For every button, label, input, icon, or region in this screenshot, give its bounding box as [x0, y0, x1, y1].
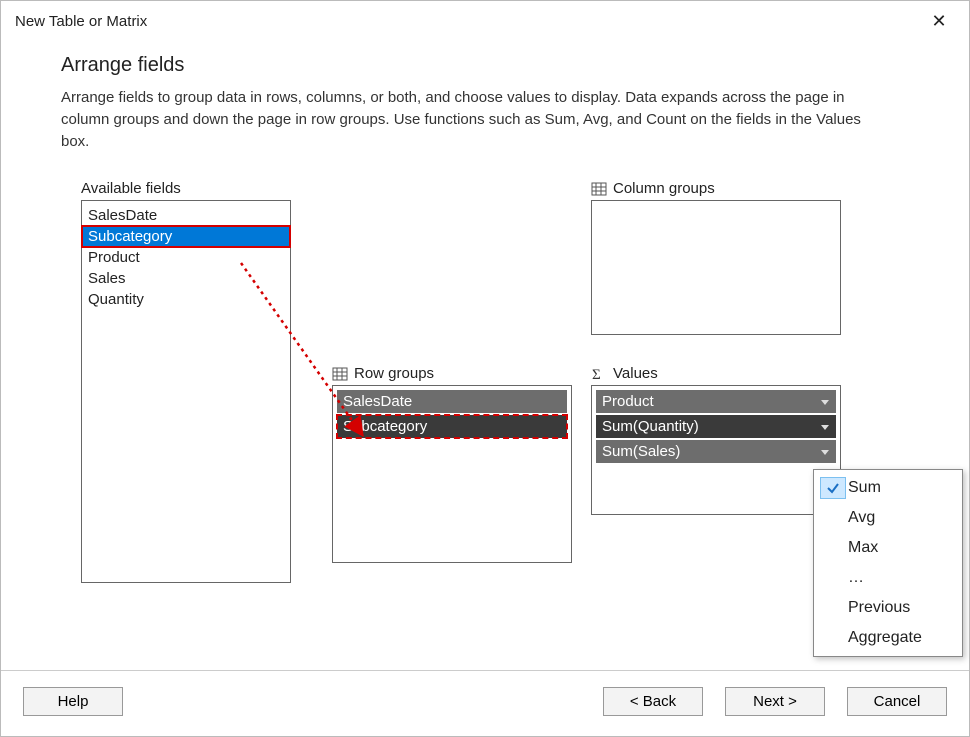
available-fields-list[interactable]: SalesDate Subcategory Product Sales Quan…: [81, 200, 291, 583]
value-item-label: Sum(Sales): [602, 443, 680, 460]
list-item[interactable]: Sum(Sales): [596, 440, 836, 463]
values-label: Σ Values: [591, 365, 841, 382]
aggregate-context-menu[interactable]: Sum Avg Max … Previous Aggregate: [813, 469, 963, 657]
check-placeholder: [820, 537, 846, 559]
values-section: Σ Values Product Sum(Quantity) Sum(Sales…: [591, 365, 841, 515]
menu-item-label: Aggregate: [848, 629, 922, 647]
page-description: Arrange fields to group data in rows, co…: [61, 87, 891, 152]
available-fields-label: Available fields: [81, 180, 291, 197]
chevron-down-icon[interactable]: [820, 447, 830, 457]
menu-item-more[interactable]: …: [814, 563, 962, 593]
chevron-down-icon[interactable]: [820, 422, 830, 432]
check-placeholder: [820, 597, 846, 619]
available-fields-section: Available fields SalesDate Subcategory P…: [81, 180, 291, 583]
row-groups-list[interactable]: SalesDate Subcategory: [332, 385, 572, 563]
menu-item-previous[interactable]: Previous: [814, 593, 962, 623]
list-item[interactable]: Subcategory: [337, 415, 567, 438]
column-groups-section: Column groups: [591, 180, 841, 335]
column-groups-label: Column groups: [591, 180, 841, 197]
table-icon: [591, 181, 607, 197]
check-placeholder: [820, 507, 846, 529]
list-item[interactable]: Subcategory: [82, 226, 290, 247]
value-item-label: Product: [602, 393, 654, 410]
row-groups-section: Row groups SalesDate Subcategory: [332, 365, 572, 563]
table-icon: [332, 366, 348, 382]
row-groups-text: Row groups: [354, 365, 434, 382]
menu-item-avg[interactable]: Avg: [814, 503, 962, 533]
menu-item-label: Previous: [848, 599, 910, 617]
footer-bar: Help < Back Next > Cancel: [1, 670, 969, 736]
check-icon: [820, 477, 846, 499]
menu-item-label: Max: [848, 539, 878, 557]
values-list[interactable]: Product Sum(Quantity) Sum(Sales): [591, 385, 841, 515]
list-item[interactable]: Product: [596, 390, 836, 413]
svg-text:Σ: Σ: [592, 367, 601, 382]
title-bar: New Table or Matrix ✕: [1, 1, 969, 38]
list-item[interactable]: SalesDate: [337, 390, 567, 413]
column-groups-text: Column groups: [613, 180, 715, 197]
dialog-window: New Table or Matrix ✕ Arrange fields Arr…: [0, 0, 970, 737]
next-button[interactable]: Next >: [725, 687, 825, 716]
window-title: New Table or Matrix: [15, 13, 147, 30]
back-button[interactable]: < Back: [603, 687, 703, 716]
menu-item-aggregate[interactable]: Aggregate: [814, 623, 962, 653]
sigma-icon: Σ: [591, 366, 607, 382]
check-placeholder: [820, 627, 846, 649]
cancel-button[interactable]: Cancel: [847, 687, 947, 716]
menu-item-sum[interactable]: Sum: [814, 473, 962, 503]
menu-item-label: …: [848, 569, 864, 587]
page-heading: Arrange fields: [61, 54, 909, 77]
row-groups-label: Row groups: [332, 365, 572, 382]
menu-item-label: Avg: [848, 509, 875, 527]
check-placeholder: [820, 567, 846, 589]
value-item-label: Sum(Quantity): [602, 418, 699, 435]
chevron-down-icon[interactable]: [820, 397, 830, 407]
list-item[interactable]: Sales: [82, 268, 290, 289]
close-icon[interactable]: ✕: [923, 11, 955, 32]
menu-item-label: Sum: [848, 479, 881, 497]
list-item[interactable]: Quantity: [82, 289, 290, 310]
column-groups-list[interactable]: [591, 200, 841, 335]
list-item[interactable]: SalesDate: [82, 205, 290, 226]
list-item[interactable]: Sum(Quantity): [596, 415, 836, 438]
help-button[interactable]: Help: [23, 687, 123, 716]
menu-item-max[interactable]: Max: [814, 533, 962, 563]
list-item[interactable]: Product: [82, 247, 290, 268]
values-text: Values: [613, 365, 658, 382]
